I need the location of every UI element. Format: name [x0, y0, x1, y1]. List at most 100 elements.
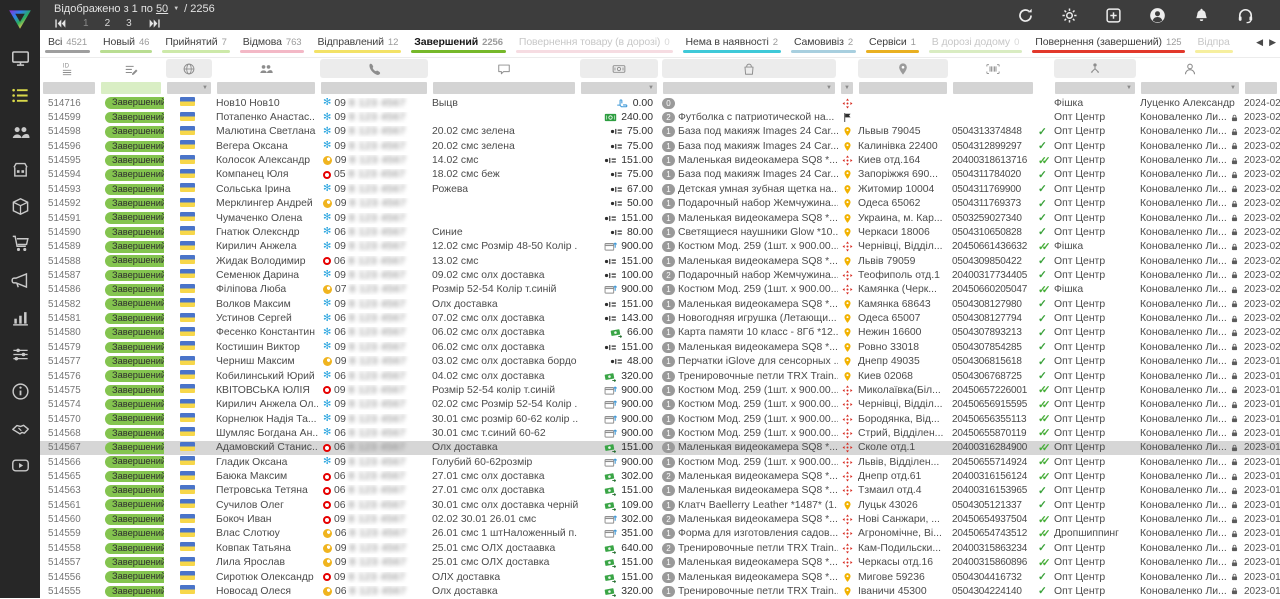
filter-input-ttn[interactable] — [953, 82, 1033, 94]
tab-completed[interactable]: Завершений2256 — [406, 30, 511, 57]
table-row[interactable]: 514566ЗавершенийГладик Оксана✻098 123 45… — [40, 455, 1280, 469]
sidebar-item-partners[interactable] — [0, 410, 40, 447]
table-row[interactable]: 514580ЗавершенийФесенко Константин✻068 1… — [40, 326, 1280, 340]
filter-input-country[interactable] — [167, 82, 211, 94]
filter-input-date[interactable] — [1245, 82, 1277, 94]
bell-icon[interactable] — [1193, 7, 1210, 24]
tab-return-in-transit[interactable]: Повернення товару (в дорозі)0 — [511, 30, 678, 57]
page-number-2[interactable]: 2 — [105, 18, 111, 29]
gear-icon[interactable] — [1061, 7, 1078, 24]
status-badge[interactable]: Завершений — [105, 442, 164, 454]
app-logo-icon[interactable] — [0, 2, 40, 36]
status-badge[interactable]: Завершений — [105, 227, 164, 239]
tab-new[interactable]: Новый46 — [95, 30, 157, 57]
tab-services[interactable]: Сервіси1 — [861, 30, 924, 57]
status-badge[interactable]: Завершений — [105, 270, 164, 282]
filter-input-status[interactable] — [101, 82, 161, 94]
sidebar-item-video-help[interactable] — [0, 447, 40, 484]
sidebar-item-info[interactable] — [0, 373, 40, 410]
table-row[interactable]: 514590ЗавершенийГнатюк Олексндр✻068 123 … — [40, 225, 1280, 239]
last-page-icon[interactable] — [148, 17, 161, 30]
table-row[interactable]: 514561ЗавершенийСучилов Олег068 123 4567… — [40, 498, 1280, 512]
column-header-check[interactable] — [1038, 59, 1050, 78]
column-header-product[interactable] — [662, 59, 836, 78]
status-badge[interactable]: Завершений — [105, 298, 164, 310]
status-badge[interactable]: Завершений — [105, 284, 164, 296]
column-header-country[interactable] — [166, 59, 212, 78]
table-row[interactable]: 514560ЗавершенийБокоч Иван098 123 456702… — [40, 512, 1280, 526]
status-badge[interactable]: Завершений — [105, 198, 164, 210]
status-badge[interactable]: Завершений — [105, 456, 164, 468]
table-row[interactable]: 514574ЗавершенийКирилич Анжела Ол...✻098… — [40, 398, 1280, 412]
status-badge[interactable]: Завершений — [105, 485, 164, 497]
column-header-source[interactable] — [1054, 59, 1136, 78]
column-header-client[interactable] — [216, 59, 316, 78]
status-badge[interactable]: Завершений — [105, 212, 164, 224]
table-row[interactable]: 514579ЗавершенийКостишин Виктор✻098 123 … — [40, 340, 1280, 354]
sidebar-item-marketing[interactable] — [0, 262, 40, 299]
status-badge[interactable]: Завершений — [105, 112, 164, 124]
column-header-status[interactable] — [100, 59, 162, 78]
table-row[interactable]: 514595ЗавершенийКолосок Александр098 123… — [40, 153, 1280, 167]
filter-input-comment[interactable] — [433, 82, 575, 94]
status-badge[interactable]: Завершений — [105, 155, 164, 167]
first-page-icon[interactable] — [54, 17, 67, 30]
status-badge[interactable]: Завершений — [105, 169, 164, 181]
status-badge[interactable]: Завершений — [105, 370, 164, 382]
filter-input-product[interactable] — [663, 82, 835, 94]
status-badge[interactable]: Завершений — [105, 514, 164, 526]
table-row[interactable]: 514576ЗавершенийКобилинський Юрий✻068 12… — [40, 369, 1280, 383]
filter-input-delivery[interactable] — [841, 82, 853, 94]
sidebar-item-store[interactable] — [0, 151, 40, 188]
table-row[interactable]: 514570ЗавершенийКорнелюк Надія Та...✻098… — [40, 412, 1280, 426]
filter-input-phone[interactable] — [321, 82, 427, 94]
status-badge[interactable]: Завершений — [105, 413, 164, 425]
status-badge[interactable]: Завершений — [105, 241, 164, 253]
sidebar-item-orders-list[interactable] — [0, 77, 40, 114]
refresh-icon[interactable] — [1017, 7, 1034, 24]
tab-accepted[interactable]: Прийнятий7 — [157, 30, 234, 57]
table-row[interactable]: 514593ЗавершенийСольська Ірина✻098 123 4… — [40, 182, 1280, 196]
tab-return-completed[interactable]: Повернення (завершений)125 — [1027, 30, 1189, 57]
page-number-1[interactable]: 1 — [83, 18, 89, 29]
status-badge[interactable]: Завершений — [105, 356, 164, 368]
table-row[interactable]: 514582ЗавершенийВолков Максим✻098 123 45… — [40, 297, 1280, 311]
filter-input-client[interactable] — [217, 82, 315, 94]
status-badge[interactable]: Завершений — [105, 327, 164, 339]
column-header-id[interactable] — [42, 59, 96, 78]
filter-input-manager[interactable] — [1141, 82, 1239, 94]
table-row[interactable]: 514581ЗавершенийУстинов Сергей✻068 123 4… — [40, 311, 1280, 325]
table-row[interactable]: 514591ЗавершенийЧумаченко Олена✻098 123 … — [40, 211, 1280, 225]
table-row[interactable]: 514599ЗавершенийПотапенко Анастас..✻098 … — [40, 110, 1280, 124]
table-row[interactable]: 514568ЗавершенийШумляс Богдана Ан...✻068… — [40, 426, 1280, 440]
table-row[interactable]: 514598ЗавершенийМалютина Светлана✻098 12… — [40, 125, 1280, 139]
column-header-ttn[interactable] — [952, 59, 1034, 78]
sidebar-item-products[interactable] — [0, 188, 40, 225]
status-badge[interactable]: Завершений — [105, 528, 164, 540]
status-badge[interactable]: Завершений — [105, 499, 164, 511]
filter-input-payment[interactable] — [581, 82, 657, 94]
status-badge[interactable]: Завершений — [105, 543, 164, 555]
tab-clipped[interactable]: Відпра — [1190, 30, 1238, 57]
filter-input-id[interactable] — [43, 82, 95, 94]
table-row[interactable]: 514589ЗавершенийКирилич Анжела✻098 123 4… — [40, 240, 1280, 254]
tab-declined[interactable]: Відмова763 — [235, 30, 310, 57]
status-badge[interactable]: Завершений — [105, 586, 164, 598]
status-badge[interactable]: Завершений — [105, 342, 164, 354]
column-header-delivery[interactable] — [840, 59, 854, 78]
table-row[interactable]: 514555ЗавершенийНовосад Олеся068 123 456… — [40, 584, 1280, 598]
status-badge[interactable]: Завершений — [105, 385, 164, 397]
sidebar-item-settings[interactable] — [0, 336, 40, 373]
table-row[interactable]: 514577ЗавершенийЧерниш Максим098 123 456… — [40, 354, 1280, 368]
sidebar-item-clients[interactable] — [0, 114, 40, 151]
status-badge[interactable]: Завершений — [105, 126, 164, 138]
column-header-phone[interactable] — [320, 59, 428, 78]
column-header-payment[interactable] — [580, 59, 658, 78]
filter-input-source[interactable] — [1055, 82, 1135, 94]
tab-out-of-stock[interactable]: Нема в наявності2 — [678, 30, 786, 57]
column-header-manager[interactable] — [1140, 59, 1240, 78]
table-row[interactable]: 514592ЗавершенийМерклингер Андрей098 123… — [40, 197, 1280, 211]
sidebar-item-statistics[interactable] — [0, 299, 40, 336]
status-badge[interactable]: Завершений — [105, 313, 164, 325]
status-badge[interactable]: Завершений — [105, 141, 164, 153]
